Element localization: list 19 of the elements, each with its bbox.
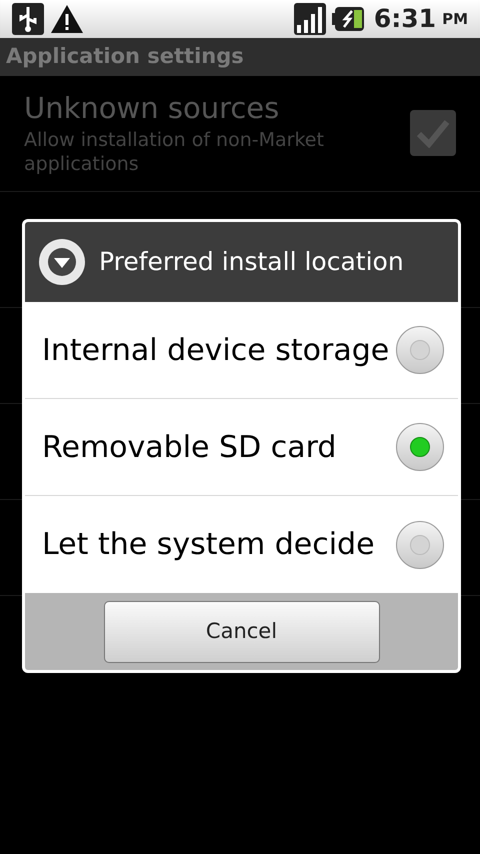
option-label: Removable SD card xyxy=(42,428,338,466)
radio-button[interactable] xyxy=(396,423,444,471)
screen-title: Application settings xyxy=(6,43,244,70)
option-label: Internal device storage xyxy=(42,332,390,370)
battery-icon xyxy=(332,6,364,32)
cancel-button[interactable]: Cancel xyxy=(104,600,380,662)
usb-icon xyxy=(12,3,44,35)
dialog-title: Preferred install location xyxy=(99,246,404,278)
setting-summary: Allow installation of non-Market applications xyxy=(24,128,325,176)
dropdown-icon xyxy=(39,239,85,285)
checkbox[interactable] xyxy=(410,110,456,156)
signal-icon xyxy=(294,3,326,35)
option-label: Let the system decide xyxy=(42,526,376,564)
clock-time: 6:31 xyxy=(374,3,436,36)
radio-button[interactable] xyxy=(396,520,444,568)
setting-title: Unknown sources xyxy=(24,90,280,127)
warning-icon xyxy=(50,4,84,34)
clock-period: PM xyxy=(442,8,468,30)
radio-button[interactable] xyxy=(396,326,444,374)
